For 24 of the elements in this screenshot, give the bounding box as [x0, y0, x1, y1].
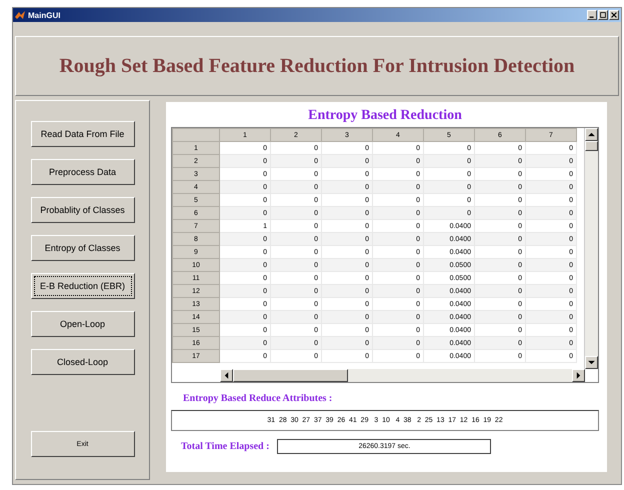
maximize-icon[interactable] [598, 10, 608, 20]
window-title: MainGUI [28, 10, 62, 20]
vertical-scrollbar[interactable] [584, 128, 598, 369]
sidebar-button[interactable]: E-B Reduction (EBR) [30, 273, 134, 299]
horizontal-scrollbar[interactable] [220, 369, 585, 382]
sidebar-button[interactable]: Open-Loop [30, 311, 134, 337]
panel-title: Entropy Based Reduction [307, 108, 463, 124]
scroll-up-icon[interactable] [585, 128, 598, 141]
minimize-icon[interactable] [587, 10, 597, 20]
sidebar-button[interactable]: Entropy of Classes [30, 235, 134, 261]
sidebar-button[interactable]: Closed-Loop [30, 349, 134, 375]
scroll-right-icon[interactable] [572, 369, 585, 382]
scroll-thumb[interactable] [585, 141, 598, 151]
app-title: Rough Set Based Feature Reduction For Intrusion Detection [59, 54, 575, 78]
scroll-left-icon[interactable] [220, 369, 233, 382]
sidebar-button[interactable]: Preprocess Data [30, 159, 134, 185]
sidebar-button[interactable]: Probablity of Classes [30, 197, 134, 223]
close-icon[interactable] [609, 10, 619, 20]
scroll-down-icon[interactable] [585, 356, 598, 369]
app-icon [15, 10, 25, 20]
time-label: Total Time Elapsed : [181, 441, 270, 452]
attributes-label: Entropy Based Reduce Attributes : [183, 393, 334, 404]
scroll-thumb[interactable] [233, 369, 348, 382]
sidebar-button[interactable]: Read Data From File [30, 121, 134, 147]
